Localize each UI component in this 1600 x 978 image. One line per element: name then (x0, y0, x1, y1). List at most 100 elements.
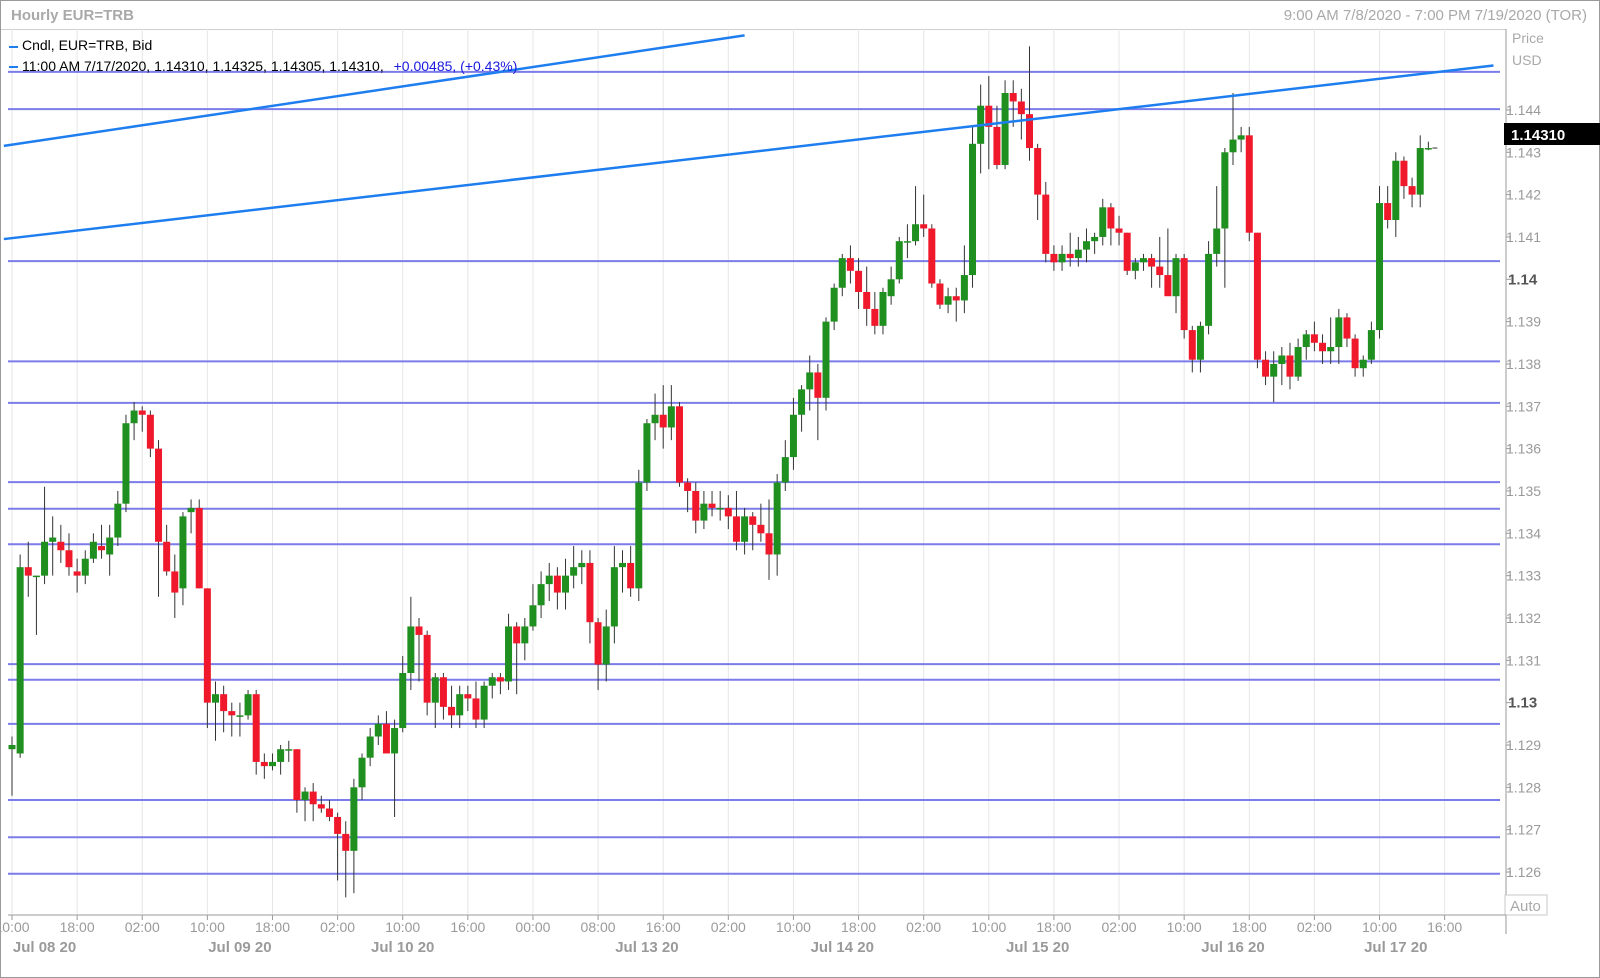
y-tick-label: 1.133 (1506, 568, 1541, 584)
candle-body (472, 698, 480, 720)
candle-body (806, 372, 814, 390)
candle-body (675, 406, 683, 483)
legend-ohlc-line: 11:00 AM 7/17/2020, 1.14310, 1.14325, 1.… (22, 58, 517, 74)
candle-body (773, 482, 781, 555)
candle (1172, 253, 1180, 314)
candle (1091, 232, 1099, 254)
candle-body (431, 677, 439, 703)
x-time-label: 02:00 (1297, 919, 1332, 935)
candle-body (496, 677, 504, 682)
candle (350, 778, 358, 894)
candle (220, 685, 228, 733)
legend: Cndl, EUR=TRB, Bid 11:00 AM 7/17/2020, 1… (9, 37, 517, 74)
candle-body (106, 537, 114, 555)
candle-body (1376, 203, 1384, 331)
candle-body (716, 507, 724, 510)
candle-body (920, 224, 928, 229)
candle-body (952, 296, 960, 301)
candle (822, 317, 830, 411)
candle (57, 524, 65, 563)
candle (244, 689, 252, 720)
candle (1270, 351, 1278, 403)
candle (431, 673, 439, 729)
x-date-label: Jul 09 20 (208, 939, 271, 956)
candle (146, 410, 154, 458)
candle (692, 482, 700, 534)
x-time-label: 10:00 (0, 919, 30, 935)
candle (138, 406, 146, 432)
candle-body (309, 791, 317, 805)
candle-body (277, 749, 285, 762)
candle (960, 245, 968, 314)
candle-body (138, 410, 146, 415)
candle-body (594, 622, 602, 665)
candle-body (342, 833, 350, 851)
last-price-label: 1.14310 (1511, 127, 1565, 144)
candle (602, 609, 610, 682)
y-tick-label: 1.137 (1506, 398, 1541, 414)
candle-body (1319, 342, 1327, 352)
y-tick-label: 1.134 (1506, 525, 1541, 541)
candle (578, 550, 586, 585)
candle-body (1082, 241, 1090, 250)
candle-body (334, 816, 342, 834)
candle-body (41, 541, 49, 576)
candle (49, 516, 57, 576)
candle (187, 499, 195, 534)
horizontal-levels (8, 70, 1500, 875)
candle (391, 719, 399, 817)
chart-canvas[interactable]: Price USD 1.144 1.143 1.142 1.141 1.14 1.139 1… (0, 0, 1600, 978)
candle (1294, 338, 1302, 381)
candle-body (1205, 253, 1213, 326)
candle-body (1400, 160, 1408, 187)
y-tick-label: 1.143 (1506, 144, 1541, 160)
candle (1400, 156, 1408, 199)
candle (456, 685, 464, 729)
candle (667, 385, 675, 441)
x-axis-labels: 10:00 18:00 02:00 10:00 18:00 02:00 10:00 16:00… (0, 915, 1462, 956)
candle (1278, 347, 1286, 386)
candle-body (619, 562, 626, 568)
candle-body (545, 575, 553, 585)
candle-body (98, 546, 106, 551)
candle-body (830, 287, 838, 322)
candle-body (122, 423, 130, 504)
candle (1009, 80, 1017, 127)
candle (1001, 80, 1009, 170)
candle (846, 245, 854, 284)
candle (700, 490, 708, 530)
candle (863, 266, 871, 326)
candle (1262, 351, 1270, 386)
candle-body (1123, 232, 1131, 271)
candle-body (969, 143, 977, 276)
y-tick-label: 1.127 (1506, 822, 1541, 838)
candle (838, 253, 846, 297)
candle-body (146, 414, 154, 449)
candle-body (1253, 232, 1261, 360)
candle-body (155, 448, 163, 542)
candle-body (749, 516, 757, 525)
candle (496, 673, 504, 695)
candle (887, 266, 895, 305)
candle-body (1188, 330, 1196, 360)
candle (505, 613, 513, 690)
candle-body (1384, 203, 1392, 221)
candle-body (537, 584, 545, 606)
candle (1042, 181, 1050, 263)
candle (1221, 148, 1229, 288)
candle-body (1286, 355, 1294, 377)
candle-body (1091, 236, 1099, 242)
candle (277, 744, 285, 775)
x-time-label: 08:00 (581, 919, 616, 935)
candle (952, 287, 960, 322)
candle (936, 279, 944, 309)
x-date-label: Jul 14 20 (811, 939, 874, 956)
candle-body (822, 321, 830, 398)
candle (1205, 241, 1213, 335)
candle-body (1245, 135, 1253, 233)
candle (16, 554, 24, 758)
x-time-label: 16:00 (1427, 919, 1462, 935)
candle (89, 533, 97, 563)
candle-body (960, 275, 968, 301)
candle (1253, 232, 1261, 369)
